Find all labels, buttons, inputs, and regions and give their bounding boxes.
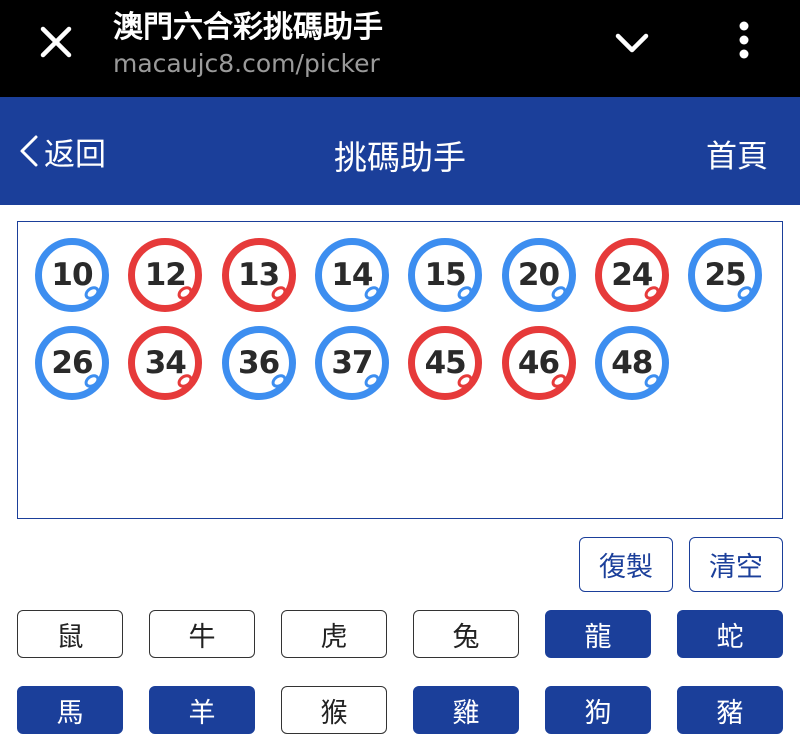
ball-number: 37 bbox=[331, 345, 373, 381]
ball-number: 45 bbox=[424, 345, 467, 381]
zodiac-button[interactable]: 龍 bbox=[545, 610, 651, 658]
number-ball[interactable]: 25 bbox=[688, 238, 763, 312]
ball-number: 12 bbox=[144, 257, 187, 293]
ball-number: 15 bbox=[424, 257, 467, 293]
ball-number: 20 bbox=[517, 257, 560, 293]
app-header: 返回 挑碼助手 首頁 bbox=[0, 97, 800, 205]
zodiac-button[interactable]: 蛇 bbox=[677, 610, 783, 658]
number-ball[interactable]: 10 bbox=[35, 238, 109, 312]
zodiac-button[interactable]: 鼠 bbox=[17, 610, 123, 658]
ball-number: 24 bbox=[611, 257, 653, 293]
ball-number: 14 bbox=[331, 257, 373, 293]
expand-button[interactable] bbox=[610, 22, 654, 66]
number-ball[interactable]: 34 bbox=[128, 326, 203, 400]
number-ball[interactable]: 37 bbox=[314, 326, 389, 400]
page-title: 澳門六合彩挑碼助手 bbox=[113, 10, 383, 45]
number-ball[interactable]: 15 bbox=[408, 238, 483, 312]
zodiac-button[interactable]: 狗 bbox=[545, 686, 651, 734]
ball-number: 13 bbox=[238, 257, 280, 293]
number-ball[interactable]: 24 bbox=[594, 238, 669, 312]
ball-number: 25 bbox=[704, 257, 747, 293]
number-ball[interactable]: 12 bbox=[128, 238, 203, 312]
ball-number: 36 bbox=[238, 345, 280, 381]
zodiac-button[interactable]: 虎 bbox=[281, 610, 387, 658]
header-title: 挑碼助手 bbox=[334, 138, 466, 177]
number-ball[interactable]: 36 bbox=[221, 326, 296, 400]
zodiac-button[interactable]: 猴 bbox=[281, 686, 387, 734]
selected-numbers-panel: 10 12 13 14 15 20 24 25 26 34 36 37 45 46 48 bbox=[17, 221, 783, 519]
ball-number: 10 bbox=[51, 257, 93, 293]
number-ball[interactable]: 45 bbox=[408, 326, 483, 400]
zodiac-button[interactable]: 羊 bbox=[149, 686, 255, 734]
chevron-down-icon bbox=[615, 33, 649, 53]
browser-toolbar: 澳門六合彩挑碼助手 macaujc8.com/picker bbox=[0, 0, 800, 97]
number-ball[interactable]: 46 bbox=[501, 326, 576, 400]
number-ball[interactable]: 26 bbox=[35, 326, 109, 400]
zodiac-button[interactable]: 豬 bbox=[677, 686, 783, 734]
number-ball[interactable]: 20 bbox=[501, 238, 576, 312]
zodiac-button[interactable]: 雞 bbox=[413, 686, 519, 734]
close-icon bbox=[40, 26, 72, 58]
page-url[interactable]: macaujc8.com/picker bbox=[113, 49, 380, 78]
ball-number: 46 bbox=[517, 345, 560, 381]
number-ball[interactable]: 14 bbox=[314, 238, 389, 312]
zodiac-button[interactable]: 牛 bbox=[149, 610, 255, 658]
close-button[interactable] bbox=[34, 20, 78, 64]
number-ball[interactable]: 48 bbox=[594, 326, 669, 400]
zodiac-button[interactable]: 馬 bbox=[17, 686, 123, 734]
zodiac-button[interactable]: 兔 bbox=[413, 610, 519, 658]
ball-number: 26 bbox=[51, 345, 93, 381]
clear-button[interactable]: 清空 bbox=[689, 537, 783, 592]
more-vert-icon bbox=[739, 21, 749, 59]
ball-number: 34 bbox=[144, 345, 187, 381]
number-ball[interactable]: 13 bbox=[221, 238, 296, 312]
ball-number: 48 bbox=[611, 345, 653, 381]
home-link[interactable]: 首頁 bbox=[706, 131, 768, 176]
more-menu-button[interactable] bbox=[722, 18, 766, 62]
copy-button[interactable]: 復製 bbox=[579, 537, 673, 592]
